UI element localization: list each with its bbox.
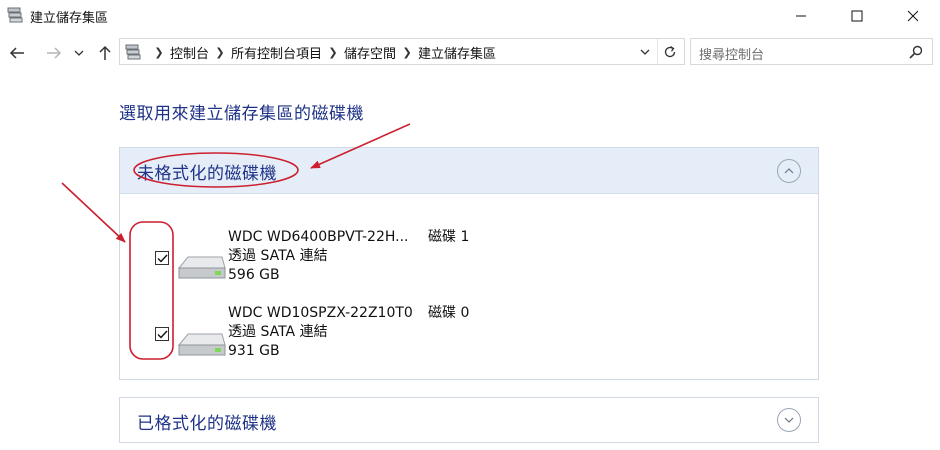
group-title-formatted: 已格式化的磁碟機 <box>137 414 277 434</box>
drive-connection: 透過 SATA 連結 <box>228 324 328 340</box>
unformatted-drives-header[interactable]: 未格式化的磁碟機 <box>120 148 818 194</box>
minimize-button[interactable] <box>778 0 824 32</box>
drive-size: 931 GB <box>228 343 280 359</box>
recent-locations-button[interactable] <box>71 42 87 64</box>
drive-connection: 透過 SATA 連結 <box>228 248 328 264</box>
checkmark-icon <box>157 254 168 263</box>
expand-chevron-icon <box>784 417 794 423</box>
hard-drive-icon <box>178 333 226 356</box>
maximize-icon <box>851 10 863 22</box>
up-button[interactable] <box>94 42 116 64</box>
forward-button[interactable] <box>43 42 65 64</box>
title-bar: 建立儲存集區 <box>0 0 940 32</box>
breadcrumb-item-storage-spaces[interactable]: 儲存空間 <box>344 43 396 62</box>
breadcrumb-chevron-icon[interactable]: ❯ <box>152 46 166 59</box>
forward-arrow-icon <box>47 47 62 59</box>
formatted-drives-group[interactable]: 已格式化的磁碟機 <box>119 397 819 443</box>
hard-drive-icon <box>178 256 226 279</box>
window-title: 建立儲存集區 <box>30 11 109 26</box>
group-title-unformatted: 未格式化的磁碟機 <box>137 164 277 184</box>
drive-checkbox[interactable] <box>155 251 169 265</box>
unformatted-drives-group: 未格式化的磁碟機 WDC WD6400BPVT-22H... 磁碟 1 透過 S… <box>119 147 819 380</box>
back-arrow-icon <box>9 47 24 59</box>
search-box[interactable]: 搜尋控制台 <box>690 38 933 65</box>
breadcrumb-chevron-icon[interactable]: ❯ <box>400 46 414 59</box>
drive-name: WDC WD6400BPVT-22H... <box>228 229 409 245</box>
close-button[interactable] <box>890 0 936 32</box>
checkmark-icon <box>157 330 168 339</box>
drive-disk-number: 磁碟 1 <box>428 229 470 245</box>
breadcrumb-chevron-icon[interactable]: ❯ <box>326 46 340 59</box>
annotation-arrow-checkboxes <box>61 182 126 243</box>
drive-name: WDC WD10SPZX-22Z10T0 <box>228 305 413 321</box>
address-dropdown-button[interactable] <box>634 39 656 64</box>
refresh-button[interactable] <box>657 39 682 64</box>
breadcrumb-chevron-icon[interactable]: ❯ <box>213 46 227 59</box>
drive-size: 596 GB <box>228 267 280 283</box>
refresh-icon <box>664 45 676 57</box>
expand-button[interactable] <box>777 408 801 432</box>
breadcrumb-item-control-panel[interactable]: 控制台 <box>170 43 209 62</box>
storage-spaces-icon <box>125 44 141 60</box>
breadcrumb: ❯ 控制台 ❯ 所有控制台項目 ❯ 儲存空間 ❯ 建立儲存集區 <box>148 43 496 62</box>
search-icon[interactable] <box>908 44 924 60</box>
breadcrumb-item-all-items[interactable]: 所有控制台項目 <box>231 43 322 62</box>
recent-dropdown-icon <box>74 50 84 56</box>
drive-checkbox[interactable] <box>155 327 169 341</box>
collapse-chevron-icon <box>784 168 794 174</box>
page-heading: 選取用來建立儲存集區的磁碟機 <box>119 104 364 124</box>
collapse-button[interactable] <box>777 159 801 183</box>
drive-disk-number: 磁碟 0 <box>428 305 470 321</box>
navigation-bar: ❯ 控制台 ❯ 所有控制台項目 ❯ 儲存空間 ❯ 建立儲存集區 搜尋控制台 <box>0 37 940 69</box>
maximize-button[interactable] <box>834 0 880 32</box>
back-button[interactable] <box>6 42 28 64</box>
recent-dropdown-icon <box>640 49 650 55</box>
minimize-icon <box>796 15 806 17</box>
search-input[interactable]: 搜尋控制台 <box>699 44 764 63</box>
storage-spaces-icon <box>7 7 23 23</box>
up-arrow-icon <box>99 45 111 60</box>
close-icon <box>907 10 919 22</box>
address-bar[interactable]: ❯ 控制台 ❯ 所有控制台項目 ❯ 儲存空間 ❯ 建立儲存集區 <box>119 38 685 65</box>
breadcrumb-item-create-pool[interactable]: 建立儲存集區 <box>418 43 496 62</box>
